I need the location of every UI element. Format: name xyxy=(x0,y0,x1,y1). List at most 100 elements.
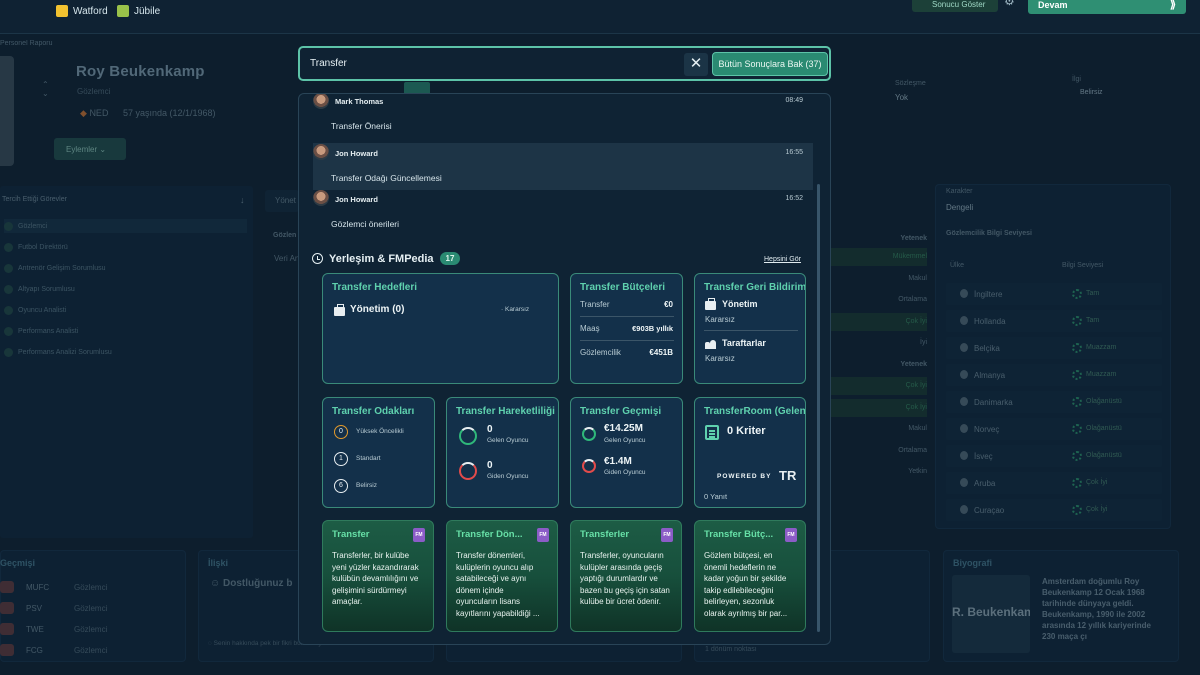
fmpedia-title: Transfer Bütç... xyxy=(704,529,774,540)
country-name: İngiltere xyxy=(974,290,1003,299)
country-row[interactable]: Belçika Muazzam xyxy=(946,337,1162,359)
ability-header: Yetenek xyxy=(900,235,927,242)
country-row[interactable]: Hollanda Tam xyxy=(946,310,1162,332)
message-item[interactable]: Jon Howard 16:52 Gözlemci önerileri xyxy=(313,189,813,236)
scrollbar[interactable] xyxy=(817,184,820,632)
role-icon xyxy=(4,242,13,252)
knowledge-level: Olağanüstü xyxy=(1086,398,1122,405)
show-results-label: Sonucu Göster xyxy=(932,0,986,9)
message-sender: Jon Howard xyxy=(335,195,378,204)
divider xyxy=(704,330,798,331)
country-row[interactable]: Aruba Çok İyi xyxy=(946,472,1162,494)
continue-button[interactable]: Devam ⟫ xyxy=(1028,0,1186,14)
outgoing-label: Giden Oyuncu xyxy=(487,473,529,480)
outgoing-swap-icon xyxy=(459,462,477,480)
fm-badge-icon: FM xyxy=(537,528,549,542)
roles-title: Tercih Ettiği Görevler xyxy=(2,196,67,203)
level-column-header: Bilgi Seviyesi xyxy=(1062,262,1104,269)
country-row[interactable]: Danimarka Olağanüstü xyxy=(946,391,1162,413)
sort-icon[interactable]: ↓ xyxy=(240,195,245,205)
knowledge-star-icon xyxy=(1072,316,1082,326)
bio-title: Biyografi xyxy=(953,558,993,568)
ability-value: Çok İyi xyxy=(831,399,927,417)
search-input[interactable]: Transfer xyxy=(310,58,347,69)
tile-transferroom[interactable]: TransferRoom (Gelen) 0 Kriter POWERED BY… xyxy=(694,397,806,508)
priority-label: Belirsiz xyxy=(356,482,377,489)
fmpedia-card[interactable]: Transfer FM Transferler, bir kulübe yeni… xyxy=(322,520,434,632)
message-item[interactable]: Mark Thomas 08:49 Transfer Önerisi xyxy=(313,94,813,137)
country-row[interactable]: Curaçao Çok İyi xyxy=(946,499,1162,521)
priority-count-ring: 1 xyxy=(334,452,348,466)
jubile-label: Jübile xyxy=(134,5,161,17)
see-all-link[interactable]: Hepsini Gör xyxy=(764,256,801,263)
knowledge-star-icon xyxy=(1072,478,1082,488)
gear-icon[interactable]: ⚙ xyxy=(1004,0,1015,8)
country-flag-icon xyxy=(960,478,968,487)
section-header: Yerleşim & FMPedia 17 xyxy=(312,252,461,265)
fmpedia-card[interactable]: Transfer Bütç... FM Gözlem bütçesi, en ö… xyxy=(694,520,806,632)
incoming-swap-icon xyxy=(582,427,596,441)
country-row[interactable]: Norveç Olağanüstü xyxy=(946,418,1162,440)
fmpedia-card[interactable]: Transferler FM Transferler, oyuncuların … xyxy=(570,520,682,632)
priority-label: Yüksek Öncelikli xyxy=(356,428,404,435)
relation-text: Dostluğunuz b xyxy=(223,578,293,589)
person-name: Roy Beukenkamp xyxy=(76,63,205,80)
role-item[interactable]: Performans Analisti xyxy=(4,324,247,338)
search-bar[interactable]: Transfer ✕ Bütün Sonuçlara Bak (37) xyxy=(298,46,831,81)
message-item[interactable]: Jon Howard 16:55 Transfer Odağı Güncelle… xyxy=(313,143,813,190)
message-time: 16:55 xyxy=(785,149,803,156)
history-role: Gözlemci xyxy=(74,583,108,592)
role-item[interactable]: Altyapı Sorumlusu xyxy=(4,282,247,296)
interest-value: Belirsiz xyxy=(1080,89,1103,96)
targets-status-row: · Kararsız xyxy=(501,306,530,313)
budget-label: Gözlemcilik xyxy=(580,348,621,357)
jubile-icon xyxy=(117,5,129,17)
role-item[interactable]: Oyuncu Analisti xyxy=(4,303,247,317)
tile-transfer-budgets[interactable]: Transfer Bütçeleri Transfer €0 Maaş €903… xyxy=(570,273,683,384)
tile-transfer-focus[interactable]: Transfer Odakları 0 Yüksek Öncelikli 1 S… xyxy=(322,397,435,508)
fmpedia-card[interactable]: Transfer Dön... FM Transfer dönemleri, k… xyxy=(446,520,558,632)
role-item[interactable]: Futbol Direktörü xyxy=(4,240,247,254)
ability-value: Yetkin xyxy=(908,468,927,475)
feedback-label: Yönetim xyxy=(722,299,758,309)
ability-value: Çok İyi xyxy=(831,377,927,395)
divider xyxy=(580,316,674,317)
message-subject: Transfer Odağı Güncellemesi xyxy=(331,173,442,183)
role-icon xyxy=(4,326,13,336)
bg-yonetim-tab[interactable]: Yönet xyxy=(265,190,299,212)
country-flag-icon xyxy=(960,289,968,298)
club-breadcrumb[interactable]: Watford xyxy=(56,5,108,17)
country-row[interactable]: İsveç Olağanüstü xyxy=(946,445,1162,467)
country-row[interactable]: İngiltere Tam xyxy=(946,283,1162,305)
briefcase-icon xyxy=(334,304,345,316)
role-item[interactable]: Antrenör Gelişim Sorumlusu xyxy=(4,261,247,275)
ability-value: Ortalama xyxy=(898,296,927,303)
tile-title: Transfer Hareketliliği xyxy=(456,406,555,417)
tile-transfer-activity[interactable]: Transfer Hareketliliği 0 Gelen Oyuncu 0 … xyxy=(446,397,559,508)
knowledge-star-icon xyxy=(1072,451,1082,461)
jubile-breadcrumb[interactable]: Jübile xyxy=(117,5,160,17)
incoming-count: 0 xyxy=(487,424,493,435)
tile-title: Transfer Bütçeleri xyxy=(580,282,666,293)
tile-transfer-feedback[interactable]: Transfer Geri Bildirimi Yönetim Kararsız… xyxy=(694,273,806,384)
bio-text: Amsterdam doğumlu Roy Beukenkamp 12 Ocak… xyxy=(1042,577,1151,641)
targets-status: Kararsız xyxy=(504,306,530,313)
chevron-updown-icon[interactable]: ⌃ ⌄ xyxy=(42,80,49,98)
role-item[interactable]: Performans Analizi Sorumlusu xyxy=(4,345,247,359)
tile-transfer-targets[interactable]: Transfer Hedefleri Yönetim (0) · Kararsı… xyxy=(322,273,559,384)
country-row[interactable]: Almanya Muazzam xyxy=(946,364,1162,386)
knowledge-level: Tam xyxy=(1086,317,1100,324)
role-item[interactable]: Gözlemci xyxy=(4,219,247,233)
top-bar: Watford Jübile Sonucu Göster ⚙ Devam ⟫ xyxy=(0,0,1200,34)
fmpedia-title: Transfer Dön... xyxy=(456,529,523,540)
tile-transfer-history[interactable]: Transfer Geçmişi €14.25M Gelen Oyuncu €1… xyxy=(570,397,683,508)
show-results-button[interactable]: Sonucu Göster xyxy=(912,0,998,12)
character-value: Dengeli xyxy=(946,203,974,212)
points-text: 1 dönüm noktası xyxy=(705,646,757,653)
actions-button[interactable]: Eylemler ⌄ xyxy=(54,138,126,160)
ability-value: İyi xyxy=(920,339,927,346)
outgoing-count: 0 xyxy=(487,460,493,471)
replies-count: 0 Yanıt xyxy=(704,492,728,501)
see-all-results-button[interactable]: Bütün Sonuçlara Bak (37) xyxy=(712,52,828,76)
close-icon[interactable]: ✕ xyxy=(684,53,708,76)
